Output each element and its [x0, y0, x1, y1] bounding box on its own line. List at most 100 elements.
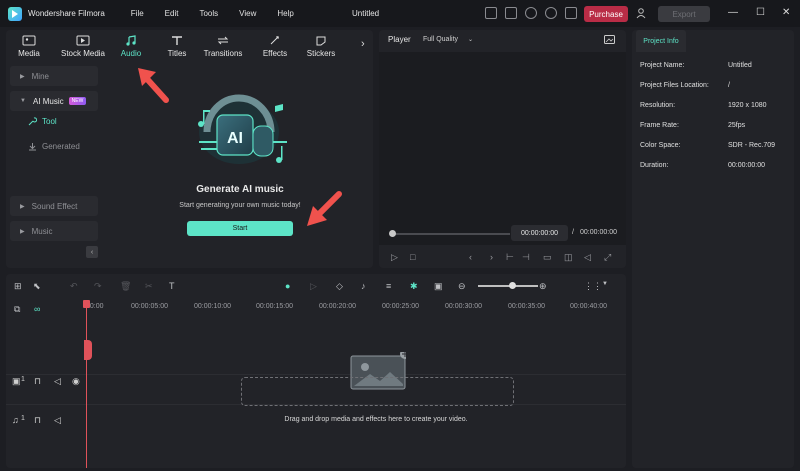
delete-icon[interactable]: 🗑 [120, 281, 131, 292]
close-icon[interactable]: ✕ [782, 7, 790, 18]
menu-view[interactable]: View [239, 9, 256, 18]
playhead-grab-tab[interactable] [84, 340, 92, 360]
lock-icon[interactable]: ⊓ [34, 376, 41, 387]
purchase-button[interactable]: Purchase [584, 6, 628, 22]
undo-icon[interactable]: ↶ [70, 281, 78, 292]
menu-bar: File Edit Tools View Help [131, 9, 315, 18]
save-icon[interactable] [505, 7, 517, 19]
user-icon[interactable] [636, 8, 646, 19]
text-tool-icon[interactable]: T [169, 281, 175, 291]
mute-icon[interactable]: ◁ [54, 376, 61, 387]
ai-clip-icon[interactable]: ▣ [434, 281, 443, 292]
camera-icon[interactable]: ◫ [564, 252, 573, 263]
ruler-tick-label: 00:00:35:00 [508, 303, 545, 310]
tab-effects-label: Effects [262, 49, 288, 58]
info-key: Duration: [640, 162, 669, 169]
media-drop-zone[interactable] [241, 377, 514, 406]
snapshot-icon[interactable] [604, 35, 615, 44]
scrub-handle[interactable] [389, 230, 396, 237]
layout-icon[interactable] [485, 7, 497, 19]
sidebar-item-ai-music[interactable]: ▼ AI Music NEW [10, 91, 98, 111]
display-settings-icon[interactable]: ▭ [543, 252, 552, 263]
video-track-icon: ▣ [12, 376, 21, 386]
info-value: 00:00:00:00 [728, 162, 765, 169]
collapse-sidebar-button[interactable]: ‹ [86, 246, 98, 258]
tab-titles[interactable]: Titles [148, 30, 206, 62]
tab-media-label: Media [18, 49, 40, 58]
support-icon[interactable] [545, 7, 557, 19]
apps-icon[interactable] [565, 7, 577, 19]
chevron-down-icon: ⌄ [468, 37, 474, 43]
sidebar-item-tool[interactable]: Tool [28, 117, 57, 126]
quality-dropdown[interactable]: Full Quality ⌄ [423, 33, 493, 46]
sidebar-item-mine[interactable]: ▶ Mine [10, 66, 98, 86]
eye-icon[interactable]: ◉ [72, 376, 80, 387]
link-icon[interactable]: ∞ [34, 304, 40, 314]
drop-zone-hint: Drag and drop media and effects here to … [284, 416, 468, 423]
menu-edit[interactable]: Edit [165, 9, 179, 18]
select-tool-icon[interactable]: ⬉ [33, 281, 41, 292]
sidebar-item-sound-effect[interactable]: ▶ Sound Effect [10, 196, 98, 216]
audio-track-number: 1 [21, 415, 25, 422]
redo-icon[interactable]: ↷ [94, 281, 102, 292]
menu-tools[interactable]: Tools [199, 9, 218, 18]
sidebar-item-mine-label: Mine [31, 71, 49, 81]
layout-grid-icon[interactable]: ⊞ [14, 281, 22, 292]
tab-transitions[interactable]: Transitions [204, 30, 242, 62]
player-preview[interactable] [379, 52, 626, 245]
next-frame-icon[interactable]: › [490, 252, 493, 262]
stop-icon[interactable]: □ [410, 252, 415, 262]
fullscreen-icon[interactable]: ⤢ [604, 252, 611, 263]
render-icon[interactable]: ▷ [310, 281, 317, 292]
split-icon[interactable]: ✂ [145, 281, 153, 292]
grid-view-icon[interactable]: ⋮⋮ [584, 281, 602, 292]
mark-in-icon[interactable]: ⊢ [506, 252, 514, 263]
mute-icon[interactable]: ◁ [54, 415, 61, 426]
add-track-icon[interactable]: ⧉ [14, 304, 20, 315]
ruler-tick-label: 00:00:15:00 [256, 303, 293, 310]
cloud-icon[interactable] [525, 7, 537, 19]
mark-out-icon[interactable]: ⊣ [522, 252, 530, 263]
zoom-slider-handle[interactable] [509, 282, 516, 289]
chevron-down-icon[interactable]: ▼ [602, 281, 608, 287]
tab-stock-media[interactable]: Stock Media [52, 30, 114, 62]
ruler-tick-label: 00:00:05:00 [131, 303, 168, 310]
playhead[interactable] [86, 300, 87, 468]
current-timecode[interactable]: 00:00:00:00 [511, 225, 568, 241]
play-icon[interactable]: ▷ [391, 252, 398, 263]
lock-icon[interactable]: ⊓ [34, 415, 41, 426]
tab-media[interactable]: Media [6, 30, 52, 62]
tab-audio[interactable]: Audio [114, 30, 148, 62]
sidebar-item-generated[interactable]: Generated [28, 142, 80, 151]
tab-stickers[interactable]: Stickers [307, 30, 335, 62]
info-value: / [728, 82, 730, 89]
microphone-icon[interactable]: ♪ [361, 281, 366, 291]
annotation-arrow-icon [307, 191, 342, 226]
snap-icon[interactable]: ✱ [410, 281, 418, 292]
start-button[interactable]: Start [187, 221, 293, 236]
timecode-separator: / [572, 229, 574, 236]
maximize-icon[interactable]: ☐ [756, 7, 765, 18]
player-panel: Player Full Quality ⌄ 00:00:00:00 / 00:0… [379, 30, 626, 268]
zoom-out-icon[interactable]: ⊖ [458, 281, 466, 292]
audio-stretch-icon[interactable]: ≡ [386, 281, 391, 291]
info-value: Untitled [728, 62, 752, 69]
export-button[interactable]: Export [658, 6, 710, 22]
minimize-icon[interactable]: — [728, 7, 738, 18]
menu-help[interactable]: Help [277, 9, 293, 18]
prev-frame-icon[interactable]: ‹ [469, 252, 472, 262]
ai-mate-icon[interactable]: ● [285, 281, 290, 291]
tab-effects[interactable]: Effects [240, 30, 310, 62]
tab-project-info[interactable]: Project Info [636, 30, 686, 52]
effects-icon [270, 36, 279, 45]
scrub-bar[interactable] [391, 233, 510, 235]
zoom-in-icon[interactable]: ⊕ [539, 281, 547, 292]
ruler-tick-label: 00:00:25:00 [382, 303, 419, 310]
timeline-ruler[interactable]: 00:00 00:00:05:00 00:00:10:00 00:00:15:0… [86, 300, 626, 320]
volume-icon[interactable]: ◁ [584, 252, 591, 263]
menu-file[interactable]: File [131, 9, 144, 18]
marker-icon[interactable]: ◇ [336, 281, 343, 292]
tabs-more-chevron-icon[interactable]: › [361, 38, 365, 50]
zoom-slider[interactable] [478, 285, 538, 287]
sidebar-item-music[interactable]: ▶ Music [10, 221, 98, 241]
